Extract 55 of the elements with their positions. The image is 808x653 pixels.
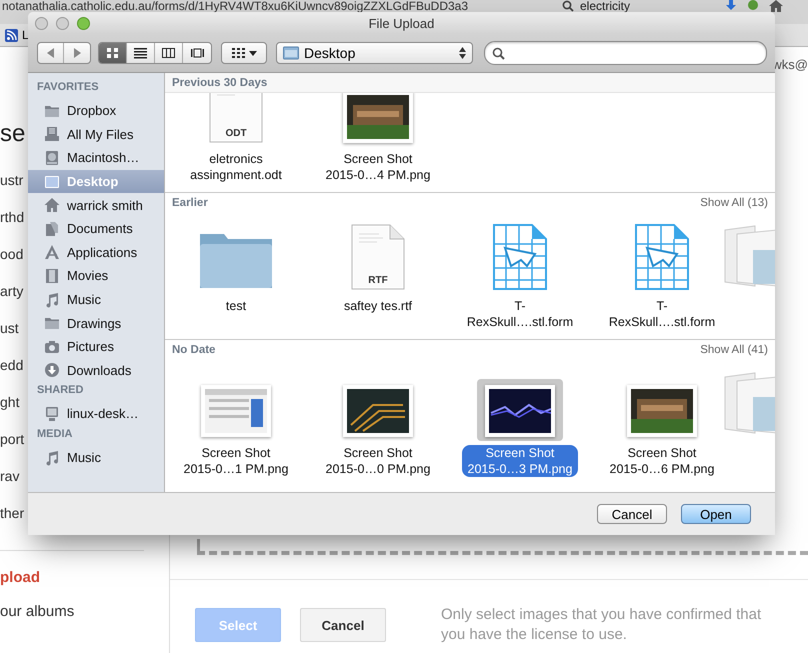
license-note: Only select images that you have confirmed that you have the license to use. — [441, 605, 762, 645]
file-name[interactable]: T- RexSkull….stl.form — [460, 298, 580, 330]
cancel-button[interactable]: Cancel — [300, 608, 386, 642]
nav-link[interactable]: edd — [0, 357, 24, 374]
file-name[interactable]: Screen Shot 2015-0…0 PM.png — [320, 445, 436, 477]
nav-link[interactable]: rav — [0, 468, 20, 485]
nav-link[interactable]: ustr — [0, 172, 24, 189]
sidebar-item[interactable]: Documents — [28, 216, 164, 241]
sidebar-item[interactable]: All My Files — [28, 122, 164, 146]
file-name[interactable]: Screen Shot 2015-0…4 PM.png — [320, 151, 436, 183]
address-text[interactable]: notanathalia.catholic.edu.au/forms/d/1HyRV4WT8xu6KiUwncv89oigZZXLGdFBuDD3a3 — [2, 0, 468, 12]
search-text[interactable]: electricity — [580, 0, 630, 12]
location-popup[interactable]: Desktop — [276, 42, 473, 64]
file-name[interactable]: T- RexSkull….stl.form — [602, 298, 722, 330]
sidebar-heading: SHARED — [36, 383, 84, 398]
sidebar-item[interactable]: Pictures — [28, 334, 164, 359]
sidebar-item[interactable]: Macintosh… — [28, 146, 164, 170]
file-name[interactable]: Screen Shot 2015-0…3 PM.png — [462, 445, 578, 477]
albums-tab[interactable]: our albums — [0, 603, 169, 620]
sidebar-item[interactable]: Music — [28, 288, 164, 312]
section-heading: Previous 30 Days — [172, 76, 268, 88]
sidebar-item[interactable]: Drawings — [28, 311, 164, 335]
file-name[interactable]: saftey tes.rtf — [338, 298, 418, 314]
file-name[interactable]: Screen Shot 2015-0…1 PM.png — [178, 445, 294, 477]
nav-link[interactable]: ood — [0, 246, 24, 263]
file-type-label: RTF — [367, 275, 389, 286]
show-all-link[interactable]: Show All (41) — [700, 344, 768, 356]
nav-link[interactable]: ther — [0, 505, 24, 522]
nav-link[interactable]: rthd — [0, 209, 24, 226]
sidebar-heading: MEDIA — [36, 426, 74, 442]
file-name[interactable]: Screen Shot 2015-0…6 PM.png — [604, 445, 720, 477]
show-all-link[interactable]: Show All (13) — [700, 196, 768, 208]
section-heading: No Date — [172, 344, 216, 356]
sidebar-item[interactable]: Downloads — [28, 358, 164, 382]
open-button[interactable]: Open — [681, 504, 751, 524]
upload-tab[interactable]: pload — [0, 569, 169, 603]
sidebar-item[interactable]: Music — [28, 446, 164, 470]
window-title: File Upload — [368, 16, 434, 30]
sidebar-heading: FAVORITES — [36, 80, 100, 95]
file-type-label: ODT — [224, 128, 248, 139]
sidebar-item[interactable]: Dropbox — [28, 99, 164, 123]
section-heading: Earlier — [172, 196, 208, 208]
nav-link[interactable]: ght — [0, 394, 20, 411]
sidebar-item[interactable]: linux-desk… — [28, 402, 164, 426]
sidebar-item[interactable]: Movies — [28, 264, 164, 288]
file-name[interactable]: test — [220, 298, 252, 314]
cancel-button[interactable]: Cancel — [597, 504, 667, 524]
nav-link[interactable]: port — [0, 431, 24, 448]
page-heading: se — [0, 120, 26, 148]
bookmark-label[interactable]: L — [22, 28, 29, 42]
nav-link[interactable]: arty — [0, 283, 24, 300]
nav-link[interactable]: ust — [0, 320, 19, 337]
file-name[interactable]: eletronics assingnment.odt — [184, 151, 288, 183]
sidebar-item[interactable]: warrick smith — [28, 193, 164, 217]
sidebar-item[interactable]: Applications — [28, 240, 164, 264]
